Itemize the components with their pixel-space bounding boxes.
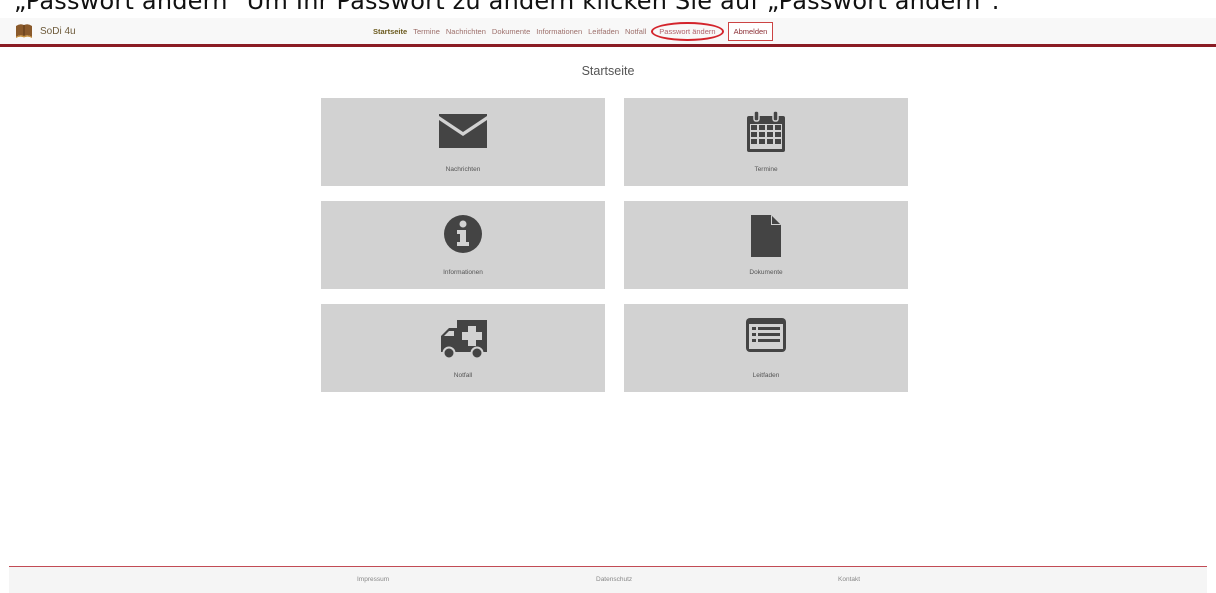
tile-label: Notfall — [453, 372, 473, 379]
list-icon — [746, 318, 786, 352]
nav-item-informationen[interactable]: Informationen — [533, 27, 585, 36]
info-icon — [444, 215, 482, 253]
tile-informationen[interactable]: Informationen — [321, 201, 605, 289]
nav-item-nachrichten[interactable]: Nachrichten — [443, 27, 489, 36]
tile-nachrichten[interactable]: Nachrichten — [321, 98, 605, 186]
calendar-icon — [747, 110, 785, 152]
tile-notfall[interactable]: Notfall — [321, 304, 605, 392]
footer-link-kontakt[interactable]: Kontakt — [838, 576, 860, 583]
document-icon — [751, 215, 781, 257]
nav-item-dokumente[interactable]: Dokumente — [489, 27, 533, 36]
nav-item-termine[interactable]: Termine — [410, 27, 443, 36]
instruction-caption: „Passwort ändern" Um Ihr Passwort zu änd… — [0, 0, 1216, 18]
tile-label: Dokumente — [749, 269, 783, 276]
book-logo-icon — [16, 24, 32, 38]
caption-text: „Passwort ändern" Um Ihr Passwort zu änd… — [14, 0, 1000, 15]
brand-name: SoDi 4u — [40, 25, 76, 37]
tile-label: Leitfaden — [752, 372, 780, 379]
tile-label: Termine — [754, 166, 778, 173]
nav-item-leitfaden[interactable]: Leitfaden — [585, 27, 622, 36]
nav-item-notfall[interactable]: Notfall — [622, 27, 649, 36]
tile-dokumente[interactable]: Dokumente — [624, 201, 908, 289]
tile-termine[interactable]: Termine — [624, 98, 908, 186]
logout-button[interactable]: Abmelden — [727, 21, 774, 41]
envelope-icon — [439, 114, 487, 148]
tile-leitfaden[interactable]: Leitfaden — [624, 304, 908, 392]
brand[interactable]: SoDi 4u — [14, 22, 76, 40]
page-title: Startseite — [581, 64, 635, 78]
main-nav: Startseite Termine Nachrichten Dokumente… — [370, 18, 774, 44]
nav-item-startseite[interactable]: Startseite — [370, 27, 410, 36]
footer-link-impressum[interactable]: Impressum — [357, 576, 389, 583]
footer-link-datenschutz[interactable]: Datenschutz — [596, 576, 632, 583]
footer: Impressum Datenschutz Kontakt — [9, 567, 1207, 593]
top-navbar: SoDi 4u Startseite Termine Nachrichten D… — [0, 18, 1216, 47]
tile-label: Informationen — [443, 269, 483, 276]
ambulance-icon — [441, 320, 487, 360]
tile-label: Nachrichten — [445, 166, 481, 173]
nav-item-passwort-aendern[interactable]: Passwort ändern — [651, 21, 724, 41]
